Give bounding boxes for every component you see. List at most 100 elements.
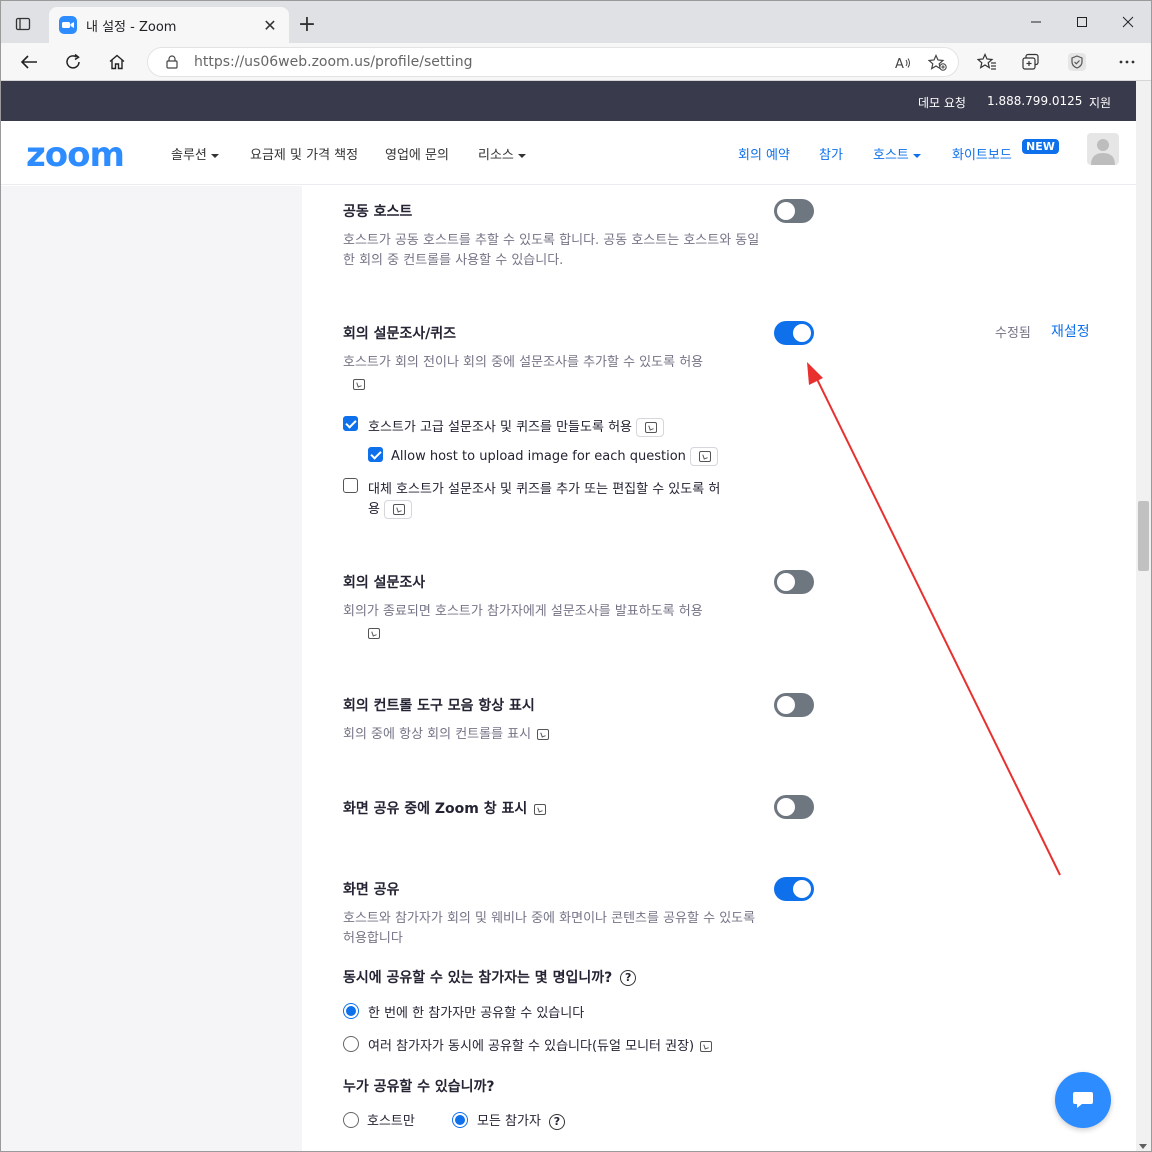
polls-desc: 호스트가 회의 전이나 회의 중에 설문조사를 추가할 수 있도록 허용 xyxy=(343,353,763,373)
browser-tab[interactable]: 내 설정 - Zoom ✕ xyxy=(49,7,289,43)
screen-share-toggle[interactable] xyxy=(774,877,814,901)
avatar[interactable] xyxy=(1087,133,1119,165)
info-button[interactable] xyxy=(689,447,718,466)
favorites-button[interactable] xyxy=(971,47,1003,77)
phone-link[interactable]: 1.888.799.0125 xyxy=(987,94,1082,108)
address-bar[interactable]: https://us06web.zoom.us/profile/setting … xyxy=(147,47,959,77)
host-only-label: 호스트만 xyxy=(367,1114,415,1129)
survey-title: 회의 설문조사 xyxy=(343,575,426,591)
info-icon[interactable] xyxy=(353,379,365,390)
page-scrollbar[interactable] xyxy=(1136,81,1151,1151)
screen-share-desc: 호스트와 참가자가 회의 및 웨비나 중에 화면이나 콘텐츠를 공유할 수 있도… xyxy=(343,911,756,946)
back-arrow-icon xyxy=(20,55,37,69)
refresh-icon xyxy=(66,53,80,69)
new-tab-button[interactable]: + xyxy=(295,13,319,37)
nav-host[interactable]: 호스트 xyxy=(873,144,921,163)
extension-button[interactable] xyxy=(1061,47,1093,77)
alt-host-text-2: 용 xyxy=(368,502,380,517)
collections-button[interactable] xyxy=(1015,47,1047,77)
caret-down-icon xyxy=(517,153,526,158)
demo-request-link[interactable]: 데모 요청 xyxy=(918,94,966,111)
shield-extension-icon xyxy=(1068,53,1086,71)
scrollbar-thumb[interactable] xyxy=(1138,501,1149,571)
all-participants-label: 모든 참가자? xyxy=(477,1110,565,1130)
alt-host-label-line1: 대체 호스트가 설문조사 및 퀴즈를 추가 또는 편집할 수 있도록 허 xyxy=(368,482,721,497)
modified-label: 수정됨 xyxy=(995,326,1031,341)
info-icon[interactable] xyxy=(368,628,380,639)
reset-link[interactable]: 재설정 xyxy=(1051,321,1090,341)
svg-text:A: A xyxy=(895,57,904,71)
advanced-polls-label: 호스트가 고급 설문조사 및 퀴즈를 만들도록 허용 xyxy=(368,416,664,437)
share-one-label: 한 번에 한 참가자만 공유할 수 있습니다 xyxy=(368,1006,585,1021)
caret-down-icon xyxy=(210,153,219,158)
browser-window: 내 설정 - Zoom ✕ + https://us06web.zoom.us/… xyxy=(0,0,1152,1152)
home-button[interactable] xyxy=(101,47,133,77)
share-multi-text: 여러 참가자가 동시에 공유할 수 있습니다(듀얼 모니터 권장) xyxy=(368,1039,695,1054)
new-badge: NEW xyxy=(1022,139,1059,154)
user-avatar-icon xyxy=(1091,139,1115,165)
close-window-button[interactable] xyxy=(1105,7,1151,37)
info-icon[interactable] xyxy=(700,1041,713,1052)
tab-close-icon[interactable]: ✕ xyxy=(261,16,279,35)
all-participants-radio[interactable] xyxy=(452,1112,468,1128)
survey-desc: 회의가 종료되면 호스트가 참가자에게 설문조사를 발표하도록 허용 xyxy=(343,604,703,619)
info-icon xyxy=(645,422,657,433)
advanced-polls-text: 호스트가 고급 설문조사 및 퀴즈를 만들도록 허용 xyxy=(368,420,632,435)
info-icon xyxy=(698,451,711,462)
polls-desc-text: 호스트가 회의 전이나 회의 중에 설문조사를 추가할 수 있도록 허용 xyxy=(343,355,704,370)
tab-actions-button[interactable] xyxy=(9,11,37,37)
nav-whiteboard[interactable]: 화이트보드 xyxy=(952,144,1012,163)
upload-image-label: Allow host to upload image for each ques… xyxy=(391,447,718,466)
zoom-window-toggle[interactable] xyxy=(774,795,814,819)
advanced-polls-checkbox[interactable] xyxy=(343,416,358,431)
info-button[interactable] xyxy=(383,500,412,519)
help-icon[interactable]: ? xyxy=(548,1113,565,1130)
chat-bubble-icon xyxy=(1073,1092,1093,1108)
info-button[interactable] xyxy=(636,418,664,437)
upload-image-checkbox[interactable] xyxy=(368,447,383,462)
polls-title: 회의 설문조사/퀴즈 xyxy=(343,326,457,342)
add-favorite-icon[interactable] xyxy=(926,51,950,75)
zoom-window-title: 화면 공유 중에 Zoom 창 표시 xyxy=(343,798,547,818)
nav-plans[interactable]: 요금제 및 가격 책정 xyxy=(250,144,358,163)
info-icon xyxy=(392,504,405,515)
nav-join[interactable]: 참가 xyxy=(819,144,843,163)
nav-solutions[interactable]: 솔루션 xyxy=(171,144,219,163)
zoom-window-title-text: 화면 공유 중에 Zoom 창 표시 xyxy=(343,801,528,817)
screen-share-title: 화면 공유 xyxy=(343,882,400,898)
share-count-question-text: 동시에 공유할 수 있는 참가자는 몇 명입니까? xyxy=(343,970,613,986)
cohost-title: 공동 호스트 xyxy=(343,204,413,220)
back-button[interactable] xyxy=(13,47,45,77)
maximize-button[interactable] xyxy=(1059,7,1105,37)
alt-host-checkbox[interactable] xyxy=(343,478,358,493)
nav-contact-sales[interactable]: 영업에 문의 xyxy=(385,144,449,163)
lock-icon xyxy=(164,54,180,70)
share-multi-radio[interactable] xyxy=(343,1036,359,1052)
home-icon xyxy=(109,54,125,70)
chat-support-button[interactable] xyxy=(1055,1072,1111,1128)
help-icon[interactable]: ? xyxy=(620,970,637,986)
caret-down-icon xyxy=(912,153,921,158)
info-icon[interactable] xyxy=(534,803,547,815)
read-aloud-icon[interactable]: A xyxy=(892,51,916,75)
cohost-toggle[interactable] xyxy=(774,199,814,223)
scroll-down-arrow-icon[interactable] xyxy=(1139,1144,1147,1149)
nav-resources[interactable]: 리소스 xyxy=(478,144,526,163)
cohost-desc: 호스트가 공동 호스트를 추할 수 있도록 합니다. 공동 호스트는 호스트와 … xyxy=(343,233,760,268)
url-path: /profile/setting xyxy=(370,54,473,70)
minimize-button[interactable] xyxy=(1013,7,1059,37)
refresh-button[interactable] xyxy=(57,47,89,77)
survey-toggle[interactable] xyxy=(774,570,814,594)
host-only-radio[interactable] xyxy=(343,1112,359,1128)
info-icon[interactable] xyxy=(537,729,550,740)
nav-schedule-meeting[interactable]: 회의 예약 xyxy=(738,144,790,163)
zoom-logo[interactable]: zoom xyxy=(26,135,125,175)
favorites-icon xyxy=(977,53,996,70)
toolbar-toggle[interactable] xyxy=(774,693,814,717)
zoom-nav: zoom 솔루션 요금제 및 가격 책정 영업에 문의 리소스 회의 예약 참가… xyxy=(1,121,1136,185)
polls-toggle[interactable] xyxy=(774,321,814,345)
more-menu-button[interactable] xyxy=(1111,47,1143,77)
support-link[interactable]: 지원 xyxy=(1089,94,1111,111)
url-text: https://us06web.zoom.us/profile/setting xyxy=(194,54,473,70)
share-one-radio[interactable] xyxy=(343,1003,359,1019)
